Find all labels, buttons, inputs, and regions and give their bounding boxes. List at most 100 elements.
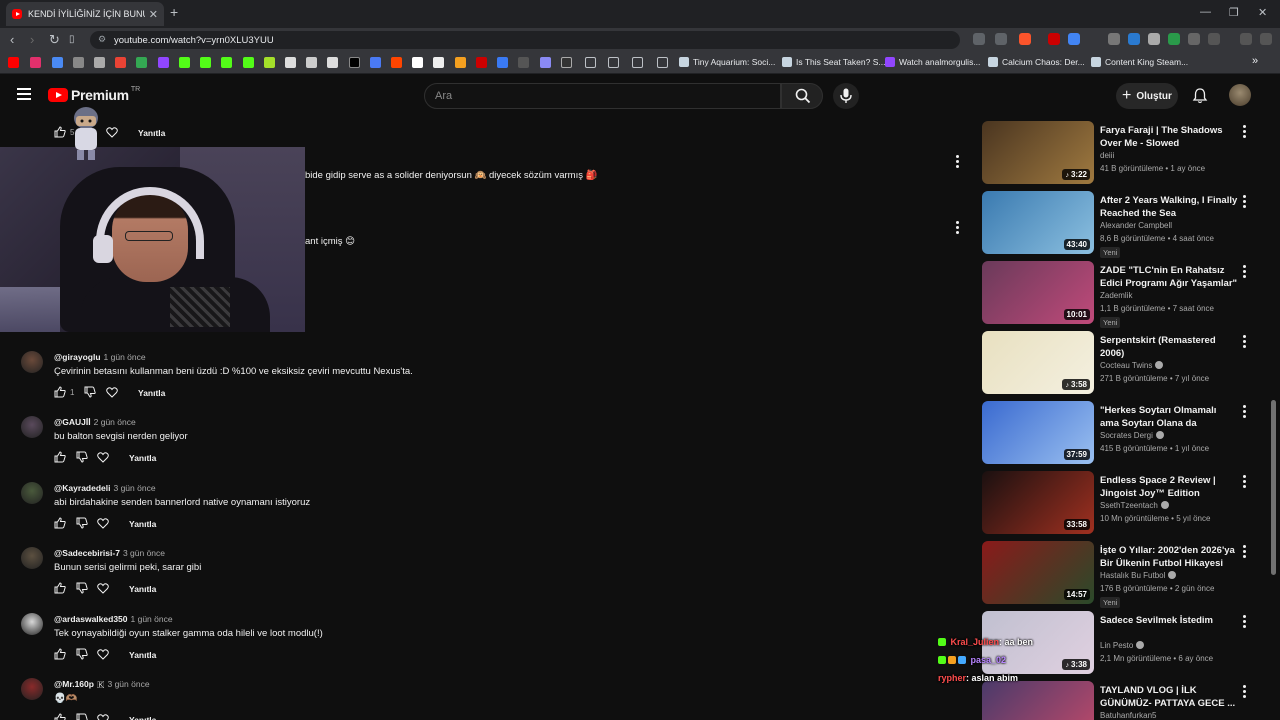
brave-shield-icon[interactable] [1019, 33, 1031, 45]
create-button[interactable]: + Oluştur [1116, 83, 1178, 109]
comment-author[interactable]: @ardaswalked350 [54, 614, 128, 624]
channel-name[interactable]: Zademlik [1100, 291, 1132, 300]
search-input[interactable]: Ara [424, 83, 781, 109]
new-tab-button[interactable]: + [170, 4, 178, 20]
video-title[interactable]: "Herkes Soytarı Olmamalı ama Soytarı Ola… [1100, 404, 1238, 430]
like-icon[interactable] [54, 451, 66, 463]
extension-audio-icon[interactable] [1068, 33, 1080, 45]
reply-button[interactable]: Yanıtla [129, 715, 156, 720]
dislike-icon[interactable] [76, 451, 88, 463]
channel-name[interactable]: Cocteau Twins [1100, 361, 1164, 370]
bookmark-folder-icon[interactable] [632, 57, 643, 68]
comment-author[interactable]: @girayoglu [54, 352, 101, 362]
bookmark-icon[interactable] [73, 57, 84, 68]
heart-icon[interactable] [106, 126, 118, 138]
dislike-icon[interactable] [76, 582, 88, 594]
video-thumbnail[interactable]: 43:40 [982, 191, 1094, 254]
bookmark-icon[interactable] [370, 57, 381, 68]
bookmark-kick-icon[interactable] [179, 57, 190, 68]
video-more-icon[interactable] [1243, 545, 1246, 560]
video-title[interactable]: İşte O Yıllar: 2002'den 2026'ya Bir Ülke… [1100, 544, 1238, 570]
reload-icon[interactable]: ↻ [49, 32, 60, 48]
comment-more-icon[interactable] [956, 221, 959, 236]
video-more-icon[interactable] [1243, 335, 1246, 350]
bookmark-folder-icon[interactable] [608, 57, 619, 68]
comment-time[interactable]: 2 gün önce [94, 417, 136, 427]
related-video[interactable]: 14:57 İşte O Yıllar: 2002'den 2026'ya Bir… [982, 541, 1262, 608]
like-icon[interactable] [54, 713, 66, 720]
bookmark-icon[interactable] [497, 57, 508, 68]
video-title[interactable]: TAYLAND VLOG | İLK GÜNÜMÜZ- PATTAYA GECE… [1100, 684, 1238, 710]
video-title[interactable]: Serpentskirt (Remastered 2006) [1100, 334, 1238, 360]
extension-icon[interactable] [1188, 33, 1200, 45]
back-icon[interactable]: ‹ [10, 32, 14, 47]
avatar[interactable] [21, 547, 43, 570]
voice-search-button[interactable] [833, 83, 859, 109]
channel-name[interactable]: Batuhanfurkan5 [1100, 711, 1157, 720]
video-thumbnail[interactable] [982, 681, 1094, 720]
related-video[interactable]: 33:58 Endless Space 2 Review | Jingoist J… [982, 471, 1262, 535]
extension-ublock-icon[interactable] [1048, 33, 1060, 45]
bookmark-icon[interactable]: ▯ [69, 34, 75, 45]
comment-time[interactable]: 3 gün önce [113, 483, 155, 493]
video-more-icon[interactable] [1243, 615, 1246, 630]
bookmark-icon[interactable] [306, 57, 317, 68]
page-scrollbar[interactable] [1271, 400, 1276, 575]
heart-icon[interactable] [97, 451, 109, 464]
comment-author[interactable]: @GAUJİİ [54, 417, 91, 427]
share-icon[interactable] [995, 33, 1007, 45]
video-more-icon[interactable] [1243, 475, 1246, 490]
reply-button[interactable]: Yanıtla [129, 453, 156, 463]
comment-time[interactable]: 1 gün önce [131, 614, 173, 624]
more-bookmarks-icon[interactable]: » [1252, 55, 1258, 67]
channel-name[interactable]: SsethTzeentach [1100, 501, 1169, 510]
bookmark-link[interactable]: Calcium Chaos: Der... [988, 57, 1085, 67]
bookmark-kick-icon[interactable] [243, 57, 254, 68]
bookmark-icon[interactable] [540, 57, 551, 68]
bookmark-kick-icon[interactable] [200, 57, 211, 68]
comment-author[interactable]: @Mr.160p [54, 679, 94, 689]
reply-button[interactable]: Yanıtla [129, 584, 156, 594]
comment-author[interactable]: @Kayradedeli [54, 483, 110, 493]
bookmark-link[interactable]: Content King Steam... [1091, 57, 1188, 67]
video-thumbnail[interactable]: ♪ 3:58 [982, 331, 1094, 394]
dislike-icon[interactable] [76, 713, 88, 720]
related-video[interactable]: 37:59 "Herkes Soytarı Olmamalı ama Soytar… [982, 401, 1262, 465]
bookmark-icon[interactable] [264, 57, 275, 68]
bookmark-instagram-icon[interactable] [30, 57, 41, 68]
notifications-bell-icon[interactable] [1192, 88, 1208, 104]
reply-button[interactable]: Yanıtla [138, 128, 165, 138]
cast-icon[interactable] [973, 33, 985, 45]
bookmark-icon[interactable] [433, 57, 444, 68]
video-more-icon[interactable] [1243, 125, 1246, 140]
video-more-icon[interactable] [1243, 195, 1246, 210]
avatar[interactable] [21, 351, 43, 373]
channel-name[interactable]: Alexander Campbell [1100, 221, 1172, 230]
url-bar[interactable]: ⚙ youtube.com/watch?v=yrn0XLU3YUU [90, 31, 960, 49]
heart-icon[interactable] [97, 582, 109, 594]
related-video[interactable]: 43:40 After 2 Years Walking, I Finally Re… [982, 191, 1262, 258]
tab-close-icon[interactable]: ✕ [149, 8, 158, 21]
extension-icon[interactable] [1128, 33, 1140, 45]
bookmark-link[interactable]: Is This Seat Taken? S... [782, 57, 885, 67]
video-title[interactable]: Sadece Sevilmek İstedim [1100, 614, 1238, 627]
browser-tab[interactable]: KENDİ İYİLİĞİNİZ İÇİN BUNU OYNAYIN ✕ [6, 2, 164, 26]
video-more-icon[interactable] [1243, 265, 1246, 280]
channel-name[interactable]: deiii [1100, 151, 1114, 160]
heart-icon[interactable] [97, 713, 109, 720]
heart-icon[interactable] [97, 648, 109, 660]
video-thumbnail[interactable]: 33:58 [982, 471, 1094, 534]
video-thumbnail[interactable]: ♪ 3:22 [982, 121, 1094, 184]
like-icon[interactable] [54, 648, 66, 660]
restore-icon[interactable]: ❐ [1229, 6, 1239, 19]
video-title[interactable]: ZADE "TLC'nin En Rahatsız Edici Programı… [1100, 264, 1238, 290]
reply-button[interactable]: Yanıtla [129, 519, 156, 529]
bookmark-icon[interactable] [285, 57, 296, 68]
bookmark-youtube-icon[interactable] [8, 57, 19, 68]
reply-button[interactable]: Yanıtla [138, 388, 165, 398]
related-video[interactable]: ♪ 3:58 Serpentskirt (Remastered 2006) Cocte… [982, 331, 1262, 395]
video-thumbnail[interactable]: 14:57 [982, 541, 1094, 604]
bookmark-icon[interactable] [561, 57, 572, 68]
bookmark-reddit-icon[interactable] [391, 57, 402, 68]
media-icon[interactable] [1240, 33, 1252, 45]
